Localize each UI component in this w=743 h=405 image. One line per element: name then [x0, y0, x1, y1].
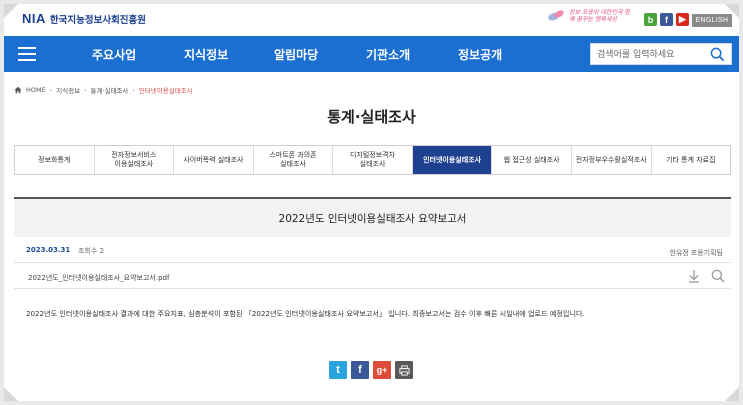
- breadcrumb-current[interactable]: 인터넷이용실태조사: [139, 85, 193, 95]
- search-input[interactable]: [597, 47, 707, 62]
- facebook-icon[interactable]: f: [660, 13, 673, 26]
- tab-other-stats[interactable]: 기타 통계 자료집: [652, 146, 731, 174]
- gnb-item-about[interactable]: 기관소개: [366, 46, 410, 63]
- tab-digital-divide[interactable]: 디지털정보격차 실태조사: [333, 146, 413, 174]
- google-plus-share-icon[interactable]: g+: [373, 361, 391, 379]
- tab-informatization-stats[interactable]: 정보화통계: [15, 146, 95, 174]
- top-bar: NIA 한국지능정보사회진흥원 정보 포용의 대한민국 함께 꿈꾸는 행복세상 …: [4, 4, 739, 36]
- preview-search-icon[interactable]: [711, 269, 725, 283]
- breadcrumb-separator: ›: [49, 86, 53, 94]
- post-date: 2023.03.31: [26, 246, 71, 254]
- slogan: 정보 포용의 대한민국 함께 꿈꾸는 행복세상: [548, 9, 635, 23]
- corner-decoration: [725, 387, 739, 401]
- search-icon[interactable]: [710, 47, 725, 62]
- breadcrumb-level2[interactable]: 통계·실태조사: [90, 85, 128, 95]
- post-views: 조회수 2: [78, 247, 104, 255]
- english-button[interactable]: ENGLISH: [692, 14, 732, 27]
- tab-e-info-service[interactable]: 전자정보서비스 이용실태조사: [95, 146, 175, 174]
- post-author: 한유정: [669, 249, 689, 257]
- twitter-share-icon[interactable]: t: [329, 361, 347, 379]
- print-icon[interactable]: [395, 361, 413, 379]
- slogan-text: 정보 포용의 대한민국 함께 꿈꾸는 행복세상: [569, 9, 630, 23]
- tab-web-accessibility[interactable]: 웹 접근성 실태조사: [492, 146, 572, 174]
- gnb-item-disclosure[interactable]: 정보공개: [458, 46, 502, 63]
- tab-e-government[interactable]: 전자정부우수활실적조사: [572, 146, 652, 174]
- tab-smartphone-overdependence[interactable]: 스마트폰 과의존 실태조사: [254, 146, 334, 174]
- post-body: 2022년도 인터넷이용실태조사 결과에 대한 주요지표, 심층분석이 포함된 …: [26, 309, 585, 318]
- youtube-icon[interactable]: ▶: [676, 13, 689, 26]
- site-logo[interactable]: NIA 한국지능정보사회진흥원: [22, 11, 146, 26]
- menu-icon[interactable]: [18, 47, 36, 61]
- breadcrumb-level1[interactable]: 지식정보: [56, 85, 80, 95]
- attachment-row: 2022년도_인터넷이용실태조사_요약보고서.pdf: [14, 263, 731, 289]
- sub-tabs: 정보화통계 전자정보서비스 이용실태조사 사이버폭력 실태조사 스마트폰 과의존…: [14, 145, 731, 175]
- download-icon[interactable]: [687, 269, 701, 283]
- global-nav: 주요사업 지식정보 알림마당 기관소개 정보공개: [4, 36, 739, 72]
- attachment-link[interactable]: 2022년도_인터넷이용실태조사_요약보고서.pdf: [28, 273, 169, 283]
- post-title: 2022년도 인터넷이용실태조사 요약보고서: [14, 197, 731, 237]
- breadcrumb-separator: ›: [132, 86, 135, 94]
- logo-mark: NIA: [22, 11, 46, 26]
- breadcrumb: HOME › 지식정보 › 통계·실태조사 › 인터넷이용실태조사: [14, 85, 193, 95]
- gnb-item-knowledge[interactable]: 지식정보: [184, 46, 228, 63]
- share-buttons: t f g+: [329, 361, 413, 379]
- tab-internet-usage[interactable]: 인터넷이용실태조사: [412, 146, 493, 174]
- corner-decoration: [4, 387, 18, 401]
- gnb-item-main-business[interactable]: 주요사업: [92, 46, 136, 63]
- gnb-item-notice[interactable]: 알림마당: [274, 46, 318, 63]
- blog-icon[interactable]: b: [644, 13, 657, 26]
- post-department: 포용기획팀: [690, 249, 723, 257]
- breadcrumb-separator: ›: [84, 86, 87, 94]
- home-icon: [14, 86, 22, 94]
- facebook-share-icon[interactable]: f: [351, 361, 369, 379]
- page-title: 통계·실태조사: [327, 108, 416, 126]
- breadcrumb-home[interactable]: HOME: [26, 86, 46, 94]
- slogan-bird-icon: [548, 9, 566, 23]
- search-box: [590, 43, 732, 65]
- page-frame: NIA 한국지능정보사회진흥원 정보 포용의 대한민국 함께 꿈꾸는 행복세상 …: [4, 4, 739, 401]
- post-meta: 2023.03.31 조회수 2 한유정 포용기획팀: [14, 237, 731, 263]
- tab-cyber-violence[interactable]: 사이버폭력 실태조사: [174, 146, 254, 174]
- logo-text: 한국지능정보사회진흥원: [49, 15, 147, 26]
- sns-links: b f ▶: [644, 13, 689, 26]
